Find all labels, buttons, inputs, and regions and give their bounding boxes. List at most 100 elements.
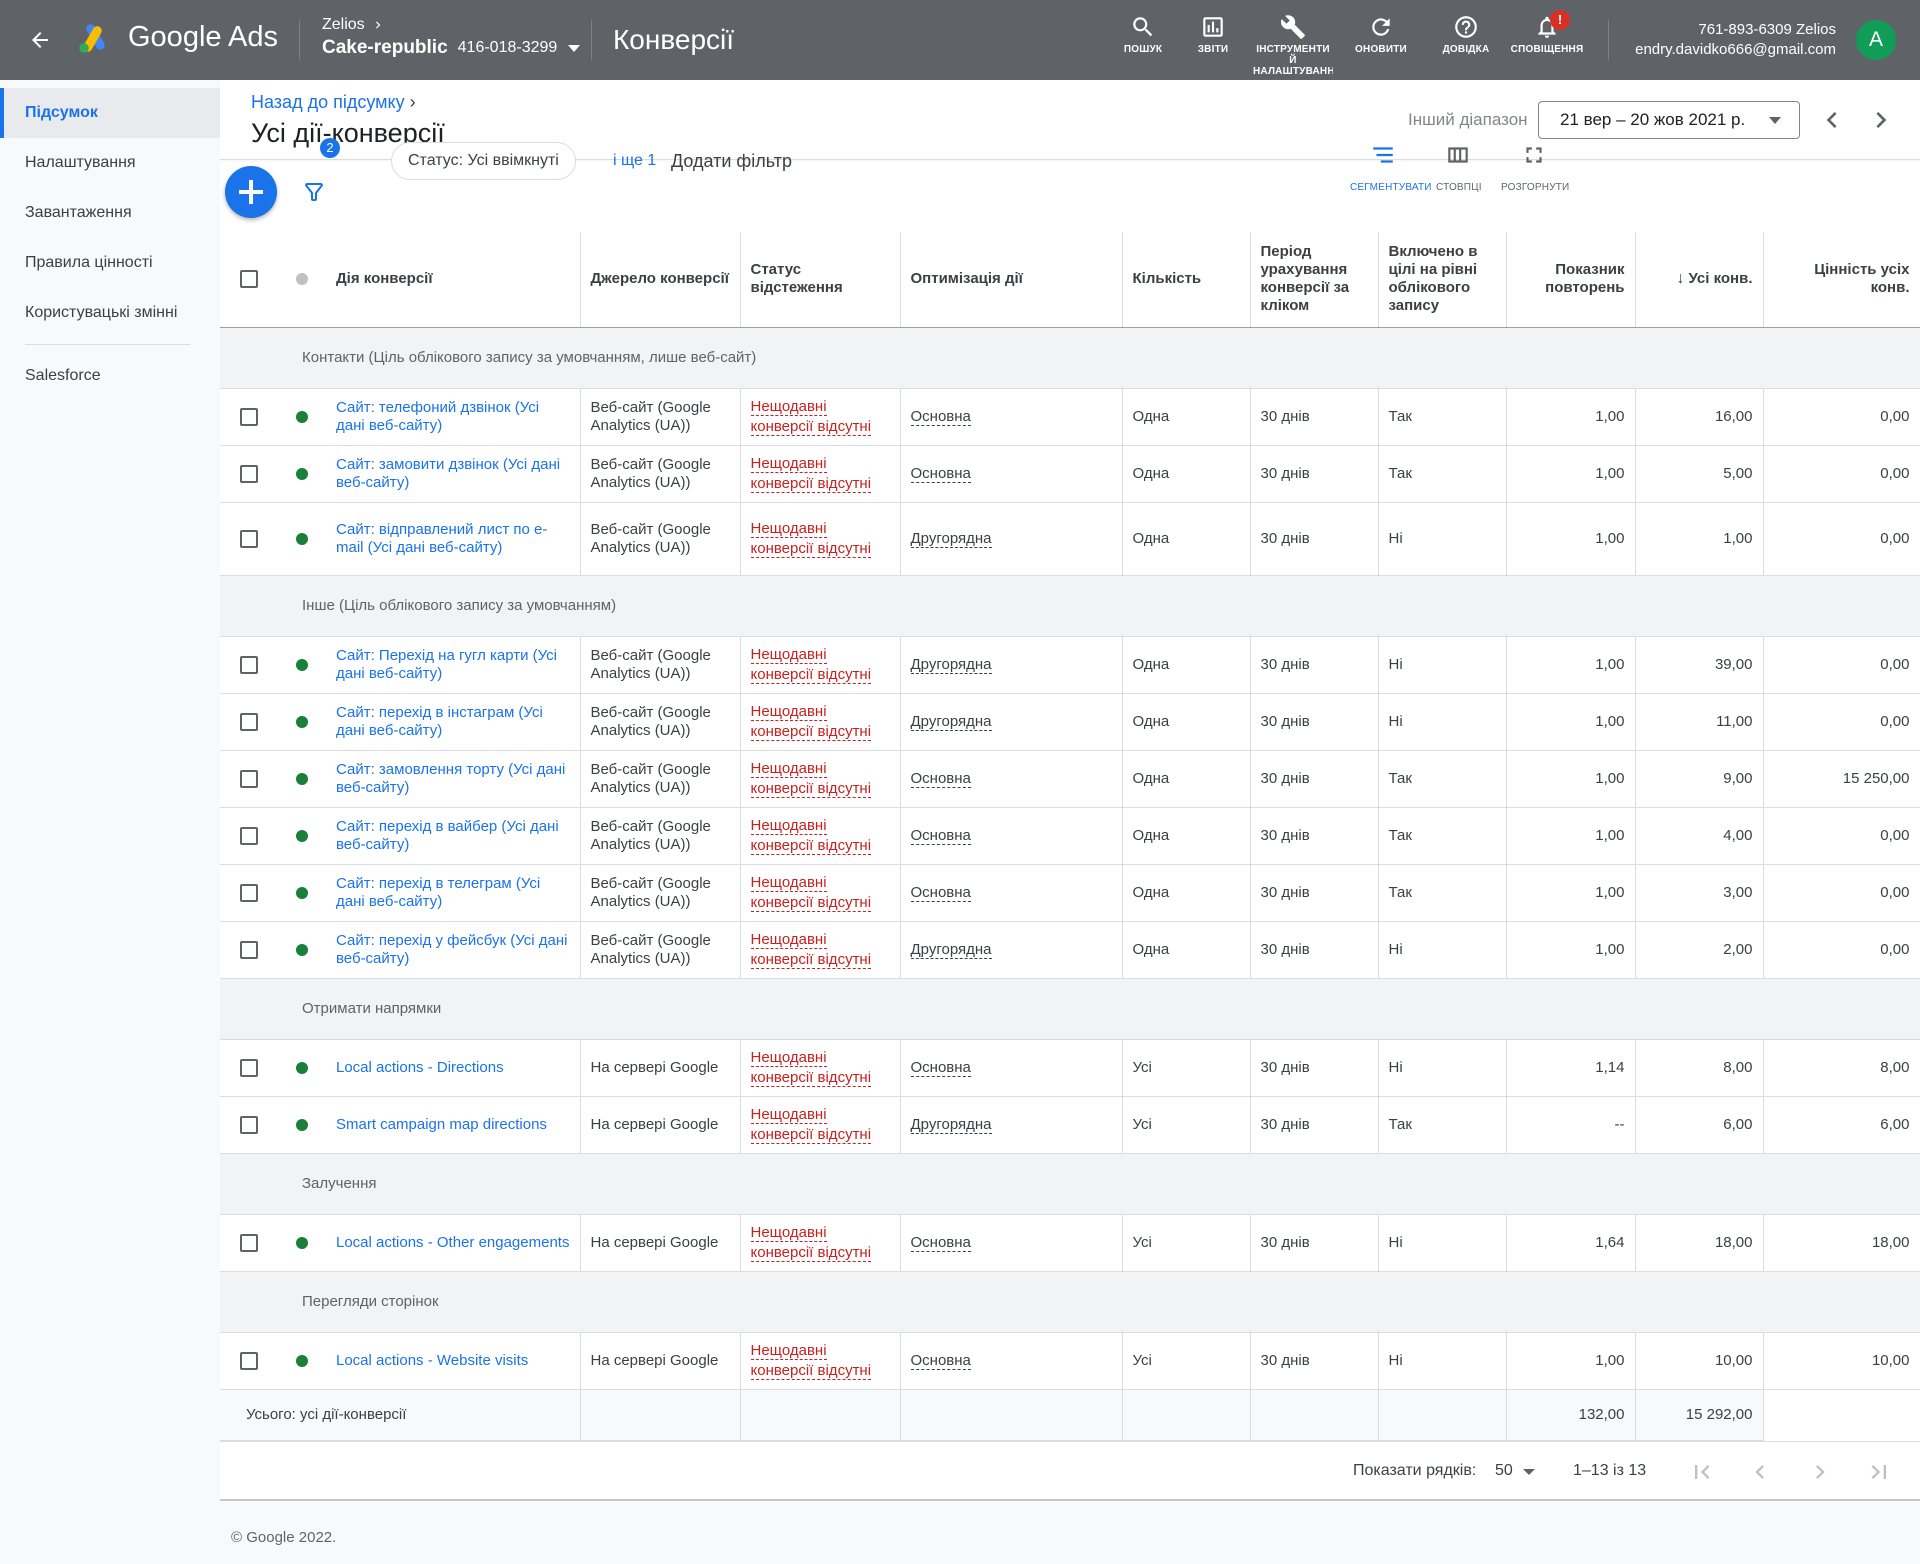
row-checkbox[interactable] — [239, 940, 258, 959]
tracking-status-text[interactable]: Нещодавні конверсії відсутні — [750, 1341, 872, 1380]
reports-tool-button[interactable]: ЗВІТИ — [1173, 14, 1253, 55]
sidebar-item-custom-variables[interactable]: Користувацькі змінні — [0, 288, 220, 338]
optimization-value[interactable]: Основна — [910, 826, 971, 845]
refresh-tool-button[interactable]: ОНОВИТИ — [1341, 14, 1421, 55]
row-checkbox[interactable] — [239, 464, 258, 483]
sidebar-item-summary[interactable]: Підсумок — [0, 88, 220, 138]
optimization-value[interactable]: Основна — [910, 1058, 971, 1077]
filter-icon[interactable] — [302, 180, 326, 209]
next-period-button[interactable] — [1865, 104, 1897, 136]
user-info[interactable]: 761-893-6309 Zelios endry.davidko666@gma… — [1635, 20, 1836, 60]
breadcrumb[interactable]: Назад до підсумку › — [251, 92, 416, 113]
col-header-count[interactable]: Кількість — [1122, 232, 1251, 328]
avatar[interactable]: A — [1856, 20, 1896, 60]
conversion-action-link[interactable]: Сайт: перехід в вайбер (Усі дані веб-сай… — [336, 818, 559, 853]
row-checkbox[interactable] — [239, 655, 258, 674]
rows-per-page-select[interactable]: 50 — [1495, 1462, 1513, 1480]
conversion-action-link[interactable]: Smart campaign map directions — [336, 1116, 547, 1133]
row-checkbox[interactable] — [239, 1351, 258, 1370]
optimization-value[interactable]: Основна — [910, 769, 971, 788]
more-filters-link[interactable]: і ще 1 — [613, 152, 656, 170]
search-tool-button[interactable]: ПОШУК — [1103, 14, 1183, 55]
status-filter-chip[interactable]: Статус: Усі ввімкнуті — [391, 142, 576, 180]
conversion-action-link[interactable]: Сайт: відправлений лист по e-mail (Усі д… — [336, 521, 547, 556]
select-all-checkbox[interactable] — [239, 270, 258, 289]
conversion-action-link[interactable]: Local actions - Website visits — [336, 1352, 528, 1369]
row-checkbox[interactable] — [239, 1233, 258, 1252]
add-filter-button[interactable]: Додати фільтр — [671, 151, 792, 172]
tracking-status-text[interactable]: Нещодавні конверсії відсутні — [750, 702, 872, 741]
tracking-status-text[interactable]: Нещодавні конверсії відсутні — [750, 759, 872, 798]
sidebar-item-settings[interactable]: Налаштування — [0, 138, 220, 188]
conversion-action-link[interactable]: Local actions - Other engagements — [336, 1234, 569, 1251]
col-header-all-conv-value[interactable]: Цінність усіх конв. — [1763, 232, 1920, 328]
optimization-value[interactable]: Основна — [910, 883, 971, 902]
tracking-status-text[interactable]: Нещодавні конверсії відсутні — [750, 519, 872, 558]
col-header-optimization[interactable]: Оптимізація дії — [900, 232, 1123, 328]
expand-button[interactable]: РОЗГОРНУТИ — [1501, 142, 1569, 193]
tracking-status-text[interactable]: Нещодавні конверсії відсутні — [750, 930, 872, 969]
optimization-value[interactable]: Другорядна — [910, 712, 992, 731]
row-checkbox[interactable] — [239, 826, 258, 845]
conversion-action-link[interactable]: Сайт: замовлення торту (Усі дані веб-сай… — [336, 761, 565, 796]
col-header-source[interactable]: Джерело конверсії — [580, 232, 741, 328]
col-header-all-conv[interactable]: ↓ Усі конв. — [1635, 232, 1764, 328]
all-conv-value-cell: 0,00 — [1763, 636, 1920, 694]
row-checkbox[interactable] — [239, 712, 258, 731]
row-checkbox[interactable] — [239, 883, 258, 902]
conversion-action-link[interactable]: Сайт: перехід у фейсбук (Усі дані веб-са… — [336, 932, 567, 967]
previous-period-button[interactable] — [1816, 104, 1848, 136]
prev-page-button[interactable] — [1746, 1458, 1774, 1486]
row-checkbox[interactable] — [239, 769, 258, 788]
col-header-repeat-rate[interactable]: Показник повторень — [1506, 232, 1636, 328]
row-checkbox[interactable] — [239, 529, 258, 548]
tools-settings-button[interactable]: ІНСТРУМЕНТИ Й НАЛАШТУВАННЯ — [1253, 14, 1333, 84]
segment-button[interactable]: СЕГМЕНТУВАТИ — [1350, 142, 1431, 193]
conversion-action-link[interactable]: Local actions - Directions — [336, 1059, 504, 1076]
notifications-tool-button[interactable]: ! СПОВІЩЕННЯ — [1507, 10, 1587, 55]
tracking-status-text[interactable]: Нещодавні конверсії відсутні — [750, 454, 872, 493]
col-header-account-goals[interactable]: Включено в цілі на рівні облікового запи… — [1378, 232, 1507, 328]
tracking-status-text[interactable]: Нещодавні конверсії відсутні — [750, 1105, 872, 1144]
sidebar-item-uploads[interactable]: Завантаження — [0, 188, 220, 238]
optimization-value[interactable]: Основна — [910, 1233, 971, 1252]
optimization-value[interactable]: Другорядна — [910, 1115, 992, 1134]
optimization-value[interactable]: Основна — [910, 407, 971, 426]
breadcrumb-link[interactable]: Назад до підсумку — [251, 92, 405, 112]
tracking-status-text[interactable]: Нещодавні конверсії відсутні — [750, 873, 872, 912]
help-tool-button[interactable]: ДОВІДКА — [1426, 14, 1506, 55]
columns-button[interactable]: СТОВПЦІ — [1436, 142, 1482, 193]
tracking-status-text[interactable]: Нещодавні конверсії відсутні — [750, 397, 872, 436]
enabled-status-dot-icon — [295, 1354, 308, 1367]
add-conversion-button[interactable] — [225, 166, 277, 218]
conversion-action-link[interactable]: Сайт: Перехід на гугл карти (Усі дані ве… — [336, 647, 557, 682]
next-page-button[interactable] — [1806, 1458, 1834, 1486]
col-header-click-window[interactable]: Період урахування конверсії за кліком — [1250, 232, 1379, 328]
back-arrow-icon[interactable] — [24, 24, 56, 56]
date-range-picker[interactable]: 21 вер – 20 жов 2021 р. — [1538, 101, 1800, 139]
tracking-status-text[interactable]: Нещодавні конверсії відсутні — [750, 816, 872, 855]
row-checkbox[interactable] — [239, 407, 258, 426]
col-header-tracking-status[interactable]: Статус відстеження — [740, 232, 901, 328]
row-checkbox[interactable] — [239, 1058, 258, 1077]
account-selector[interactable]: Zelios Cake-republic 416-018-3299 — [322, 16, 581, 59]
tracking-status-text[interactable]: Нещодавні конверсії відсутні — [750, 645, 872, 684]
conversion-action-link[interactable]: Сайт: замовити дзвінок (Усі дані веб-сай… — [336, 456, 560, 491]
sidebar-item-salesforce[interactable]: Salesforce — [0, 351, 220, 401]
col-header-action[interactable]: Дія конверсії — [326, 232, 581, 328]
optimization-value[interactable]: Основна — [910, 1351, 971, 1370]
first-page-button[interactable] — [1688, 1458, 1716, 1486]
row-checkbox[interactable] — [239, 1115, 258, 1134]
conversion-action-link[interactable]: Сайт: телефоний дзвінок (Усі дані веб-са… — [336, 399, 539, 434]
last-page-button[interactable] — [1865, 1458, 1893, 1486]
count-cell: Одна — [1122, 921, 1251, 979]
conversion-action-link[interactable]: Сайт: перехід в телеграм (Усі дані веб-с… — [336, 875, 540, 910]
optimization-value[interactable]: Другорядна — [910, 940, 992, 959]
sidebar-item-value-rules[interactable]: Правила цінності — [0, 238, 220, 288]
optimization-value[interactable]: Другорядна — [910, 655, 992, 674]
tracking-status-text[interactable]: Нещодавні конверсії відсутні — [750, 1223, 872, 1262]
optimization-value[interactable]: Основна — [910, 464, 971, 483]
conversion-action-link[interactable]: Сайт: перехід в інстаграм (Усі дані веб-… — [336, 704, 543, 739]
tracking-status-text[interactable]: Нещодавні конверсії відсутні — [750, 1048, 872, 1087]
optimization-value[interactable]: Другорядна — [910, 529, 992, 548]
